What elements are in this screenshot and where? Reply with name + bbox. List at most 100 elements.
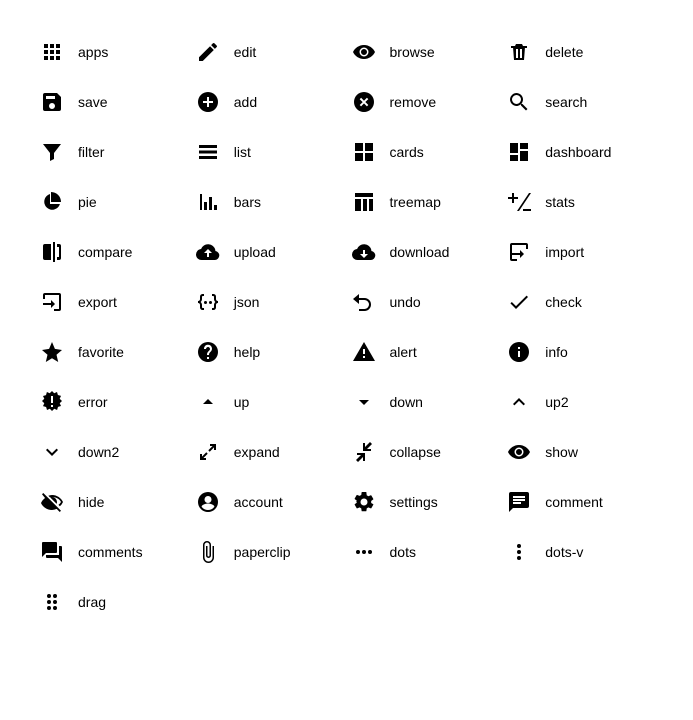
icon-entry-list: list <box>196 140 342 164</box>
icon-entry-stats: stats <box>507 190 653 214</box>
icon-entry-pie: pie <box>40 190 186 214</box>
icon-label: filter <box>78 144 104 160</box>
icon-entry-down2: down2 <box>40 440 186 464</box>
download-icon <box>352 240 376 264</box>
icon-entry-apps: apps <box>40 40 186 64</box>
comment-icon <box>507 490 531 514</box>
icon-entry-add: add <box>196 90 342 114</box>
icon-label: edit <box>234 44 257 60</box>
favorite-icon <box>40 340 64 364</box>
icon-entry-import: import <box>507 240 653 264</box>
pie-icon <box>40 190 64 214</box>
json-icon <box>196 290 220 314</box>
icon-entry-settings: settings <box>352 490 498 514</box>
icon-label: hide <box>78 494 104 510</box>
icon-label: alert <box>390 344 417 360</box>
add-icon <box>196 90 220 114</box>
save-icon <box>40 90 64 114</box>
icon-entry-down: down <box>352 390 498 414</box>
icon-label: error <box>78 394 108 410</box>
edit-icon <box>196 40 220 64</box>
icon-label: dots <box>390 544 416 560</box>
dashboard-icon <box>507 140 531 164</box>
icon-entry-dashboard: dashboard <box>507 140 653 164</box>
icon-label: import <box>545 244 584 260</box>
icon-label: delete <box>545 44 583 60</box>
icon-label: save <box>78 94 108 110</box>
icon-label: down2 <box>78 444 119 460</box>
delete-icon <box>507 40 531 64</box>
down2-icon <box>40 440 64 464</box>
icon-entry-collapse: collapse <box>352 440 498 464</box>
icon-label: up2 <box>545 394 568 410</box>
icon-label: pie <box>78 194 97 210</box>
icon-entry-hide: hide <box>40 490 186 514</box>
dots-v-icon <box>507 540 531 564</box>
icon-entry-bars: bars <box>196 190 342 214</box>
icon-label: show <box>545 444 578 460</box>
comments-icon <box>40 540 64 564</box>
icon-entry-undo: undo <box>352 290 498 314</box>
icon-label: json <box>234 294 260 310</box>
icon-entry-favorite: favorite <box>40 340 186 364</box>
icon-label: down <box>390 394 423 410</box>
icon-label: list <box>234 144 251 160</box>
alert-icon <box>352 340 376 364</box>
icon-entry-upload: upload <box>196 240 342 264</box>
icon-entry-account: account <box>196 490 342 514</box>
icon-label: expand <box>234 444 280 460</box>
browse-icon <box>352 40 376 64</box>
icon-entry-edit: edit <box>196 40 342 64</box>
icon-entry-alert: alert <box>352 340 498 364</box>
icon-entry-up2: up2 <box>507 390 653 414</box>
check-icon <box>507 290 531 314</box>
icon-grid: appseditbrowsedeletesaveaddremovesearchf… <box>40 40 653 614</box>
icon-entry-cards: cards <box>352 140 498 164</box>
list-icon <box>196 140 220 164</box>
icon-label: dots-v <box>545 544 583 560</box>
icon-entry-search: search <box>507 90 653 114</box>
icon-label: undo <box>390 294 421 310</box>
icon-label: apps <box>78 44 108 60</box>
icon-entry-treemap: treemap <box>352 190 498 214</box>
up2-icon <box>507 390 531 414</box>
icon-label: treemap <box>390 194 441 210</box>
icon-label: collapse <box>390 444 441 460</box>
icon-entry-error: error <box>40 390 186 414</box>
stats-icon <box>507 190 531 214</box>
icon-label: info <box>545 344 568 360</box>
icon-label: up <box>234 394 250 410</box>
icon-label: dashboard <box>545 144 611 160</box>
icon-label: account <box>234 494 283 510</box>
icon-entry-show: show <box>507 440 653 464</box>
icon-label: settings <box>390 494 438 510</box>
icon-entry-comment: comment <box>507 490 653 514</box>
icon-entry-expand: expand <box>196 440 342 464</box>
icon-label: comment <box>545 494 603 510</box>
icon-entry-browse: browse <box>352 40 498 64</box>
icon-entry-help: help <box>196 340 342 364</box>
export-icon <box>40 290 64 314</box>
import-icon <box>507 240 531 264</box>
error-icon <box>40 390 64 414</box>
icon-entry-dots: dots <box>352 540 498 564</box>
help-icon <box>196 340 220 364</box>
icon-entry-export: export <box>40 290 186 314</box>
icon-entry-dots-v: dots-v <box>507 540 653 564</box>
bars-icon <box>196 190 220 214</box>
icon-label: help <box>234 344 260 360</box>
icon-entry-download: download <box>352 240 498 264</box>
icon-entry-filter: filter <box>40 140 186 164</box>
settings-icon <box>352 490 376 514</box>
icon-entry-info: info <box>507 340 653 364</box>
icon-label: paperclip <box>234 544 291 560</box>
compare-icon <box>40 240 64 264</box>
cards-icon <box>352 140 376 164</box>
dots-icon <box>352 540 376 564</box>
down-icon <box>352 390 376 414</box>
icon-entry-up: up <box>196 390 342 414</box>
hide-icon <box>40 490 64 514</box>
treemap-icon <box>352 190 376 214</box>
show-icon <box>507 440 531 464</box>
icon-entry-json: json <box>196 290 342 314</box>
